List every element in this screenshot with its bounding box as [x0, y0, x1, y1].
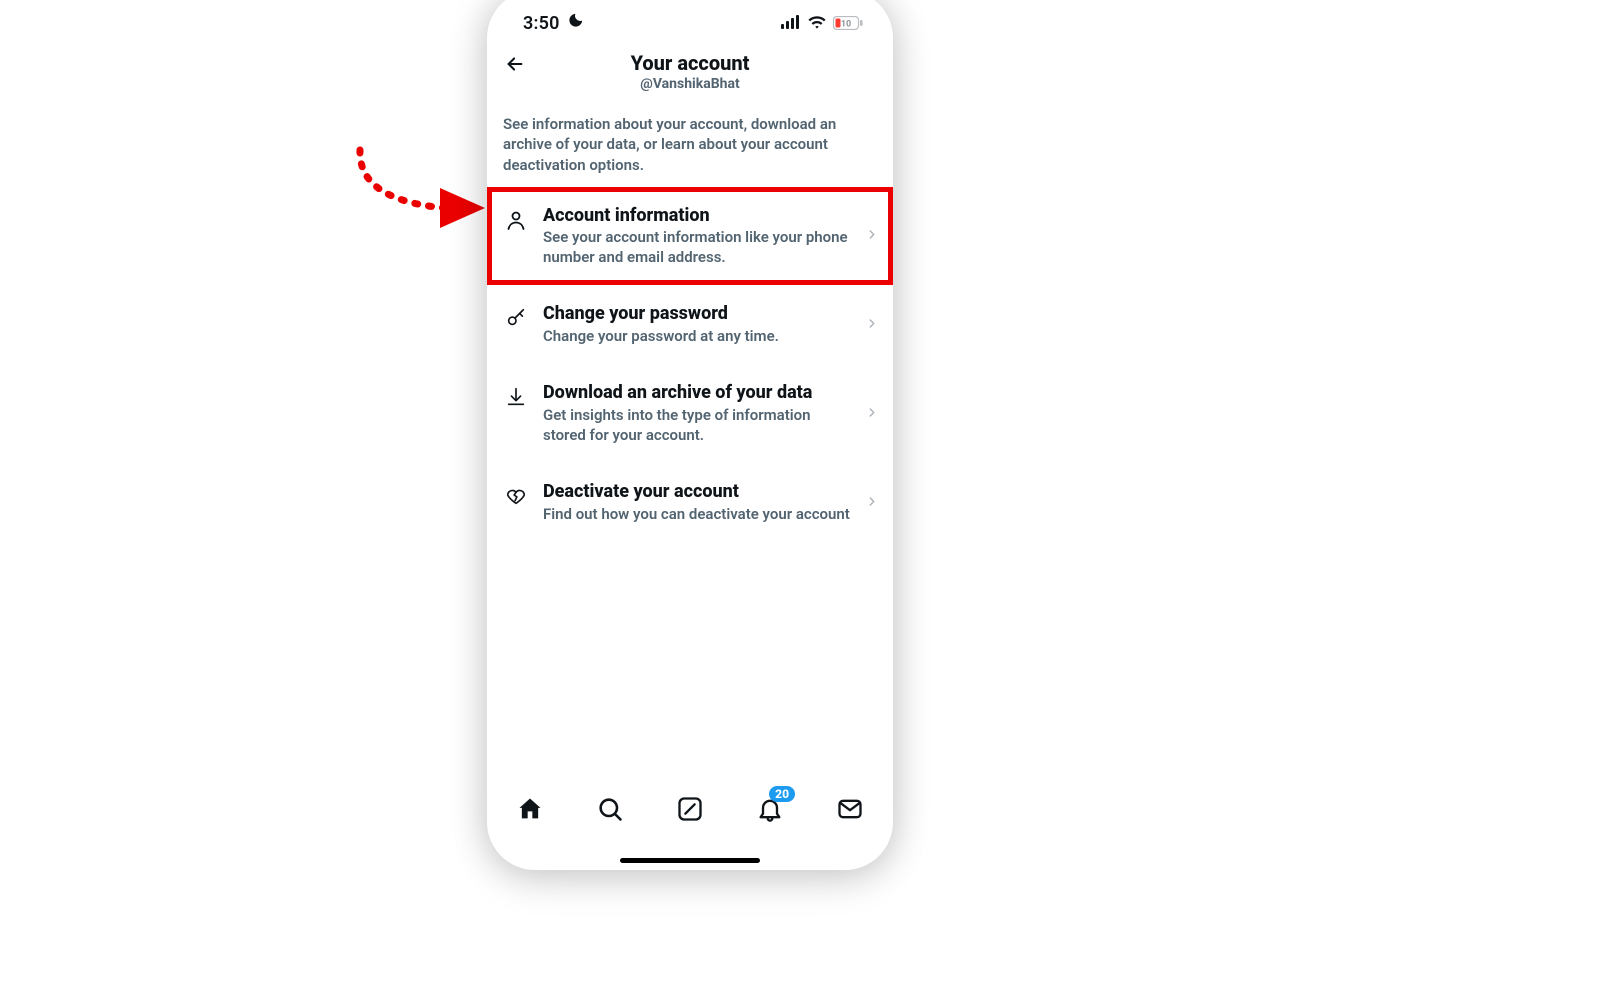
person-icon: [503, 207, 529, 233]
download-icon: [503, 384, 529, 410]
page-title: Your account: [501, 52, 879, 74]
home-indicator: [620, 858, 760, 863]
tab-home[interactable]: [515, 794, 545, 824]
page-subtitle: @VanshikaBhat: [501, 76, 879, 92]
wifi-icon: [807, 14, 827, 33]
row-subtitle: Get insights into the type of informatio…: [543, 406, 857, 445]
page-header: Your account @VanshikaBhat: [487, 46, 893, 98]
row-title: Account information: [543, 205, 857, 227]
key-icon: [503, 305, 529, 331]
status-time: 3:50: [523, 13, 560, 34]
compose-icon: [676, 795, 704, 823]
tab-bar: 20: [487, 768, 893, 870]
chevron-right-icon: [865, 315, 879, 334]
tab-compose[interactable]: [675, 794, 705, 824]
tab-search[interactable]: [595, 794, 625, 824]
chevron-right-icon: [865, 404, 879, 423]
broken-heart-icon: [503, 483, 529, 509]
annotation-arrow: [330, 160, 500, 270]
status-bar: 3:50: [487, 0, 893, 40]
row-deactivate-account[interactable]: Deactivate your account Find out how you…: [487, 463, 893, 542]
row-subtitle: Find out how you can deactivate your acc…: [543, 505, 857, 525]
row-subtitle: Change your password at any time.: [543, 327, 857, 347]
phone-frame: 3:50: [487, 0, 893, 870]
row-title: Deactivate your account: [543, 481, 857, 503]
tab-messages[interactable]: [835, 794, 865, 824]
arrow-left-icon: [504, 53, 526, 75]
home-icon: [516, 795, 544, 823]
search-icon: [596, 795, 624, 823]
battery-percent: 10: [841, 20, 851, 30]
do-not-disturb-icon: [566, 12, 584, 35]
settings-list: Account information See your account inf…: [487, 187, 893, 542]
back-button[interactable]: [501, 50, 529, 78]
page-description: See information about your account, down…: [487, 98, 893, 175]
tab-notifications[interactable]: 20: [755, 794, 785, 824]
chevron-right-icon: [865, 493, 879, 512]
notifications-badge: 20: [769, 786, 795, 802]
mail-icon: [836, 795, 864, 823]
chevron-right-icon: [865, 227, 879, 246]
row-download-archive[interactable]: Download an archive of your data Get ins…: [487, 364, 893, 463]
cellular-icon: [781, 14, 801, 33]
row-change-password[interactable]: Change your password Change your passwor…: [487, 285, 893, 364]
battery-icon: 10: [833, 16, 863, 30]
row-title: Change your password: [543, 303, 857, 325]
row-account-information[interactable]: Account information See your account inf…: [487, 187, 893, 286]
row-title: Download an archive of your data: [543, 382, 857, 404]
row-subtitle: See your account information like your p…: [543, 228, 857, 267]
